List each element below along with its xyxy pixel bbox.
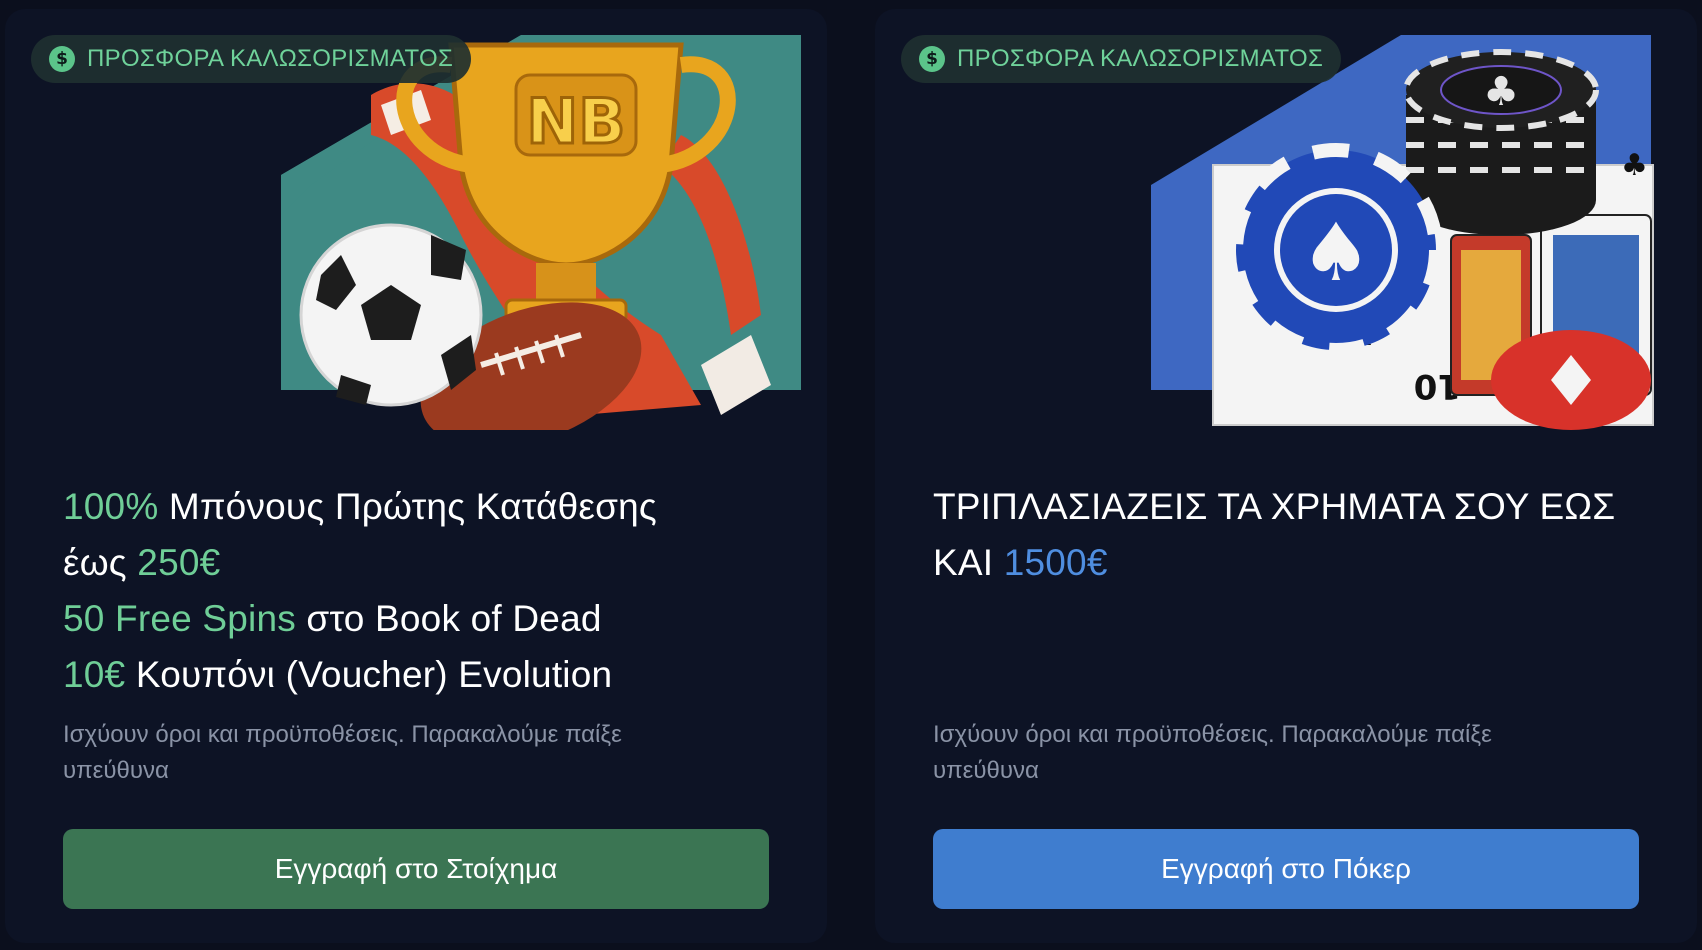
svg-text:♠: ♠ bbox=[1300, 206, 1372, 299]
dollar-icon: $ bbox=[49, 46, 75, 72]
offer-text: Μπόνους Πρώτης Κατάθεσης bbox=[158, 486, 657, 527]
welcome-offer-badge: $ ΠΡΟΣΦΟΡΑ ΚΑΛΩΣΟΡΙΣΜΑΤΟΣ bbox=[31, 35, 472, 83]
badge-label: ΠΡΟΣΦΟΡΑ ΚΑΛΩΣΟΡΙΣΜΑΤΟΣ bbox=[87, 45, 454, 72]
poker-chips-art: 10 ♠ 10 ♠ ♣ ♣ ♠ bbox=[1151, 35, 1671, 430]
offer-line-2: έως 250€ bbox=[63, 535, 803, 591]
welcome-offer-badge: $ ΠΡΟΣΦΟΡΑ ΚΑΛΩΣΟΡΙΣΜΑΤΟΣ bbox=[901, 35, 1342, 83]
offer-text: έως bbox=[63, 542, 138, 583]
svg-text:♣: ♣ bbox=[1621, 148, 1648, 183]
offer-text: ΚΑΙ bbox=[933, 542, 1004, 583]
offer-card-poker: 10 ♠ 10 ♠ ♣ ♣ ♠ $ bbox=[875, 9, 1697, 943]
svg-text:NB: NB bbox=[526, 85, 625, 158]
offer-headline: ΤΡΙΠΛΑΣΙΑΖΕΙΣ ΤΑ ΧΡΗΜΑΤΑ ΣΟΥ ΕΩΣ ΚΑΙ 150… bbox=[933, 479, 1673, 591]
offer-text: Κουπόνι (Voucher) Evolution bbox=[125, 654, 613, 695]
offer-text: ΤΡΙΠΛΑΣΙΑΖΕΙΣ ΤΑ ΧΡΗΜΑΤΑ ΣΟΥ ΕΩΣ bbox=[933, 486, 1616, 527]
offer-text: στο Book of Dead bbox=[295, 598, 602, 639]
svg-text:♣: ♣ bbox=[1483, 69, 1519, 115]
dollar-icon: $ bbox=[919, 46, 945, 72]
sports-trophy-art: NB bbox=[281, 35, 801, 430]
offer-line-3: 50 Free Spins στο Book of Dead bbox=[63, 591, 803, 647]
offer-accent: 250€ bbox=[137, 542, 221, 583]
badge-label: ΠΡΟΣΦΟΡΑ ΚΑΛΩΣΟΡΙΣΜΑΤΟΣ bbox=[957, 45, 1324, 72]
terms-disclaimer: Ισχύουν όροι και προϋποθέσεις. Παρακαλού… bbox=[933, 721, 1492, 784]
offer-accent: 1500€ bbox=[1003, 542, 1108, 583]
register-poker-button[interactable]: Εγγραφή στο Πόκερ bbox=[933, 829, 1639, 909]
offer-line-4: 10€ Κουπόνι (Voucher) Evolution bbox=[63, 647, 803, 703]
offer-line-1: ΤΡΙΠΛΑΣΙΑΖΕΙΣ ΤΑ ΧΡΗΜΑΤΑ ΣΟΥ ΕΩΣ bbox=[933, 479, 1673, 535]
offer-card-sports: NB $ ΠΡΟΣΦΟΡΑ ΚΑΛΩΣΟΡΙΣΜΑΤΟΣ 100% Μπόνου… bbox=[5, 9, 827, 943]
offer-accent: 100% bbox=[63, 486, 159, 527]
offer-line-1: 100% Μπόνους Πρώτης Κατάθεσης bbox=[63, 479, 803, 535]
offer-accent: 10€ bbox=[63, 654, 126, 695]
terms-disclaimer: Ισχύουν όροι και προϋποθέσεις. Παρακαλού… bbox=[63, 721, 622, 784]
offer-line-2: ΚΑΙ 1500€ bbox=[933, 535, 1673, 591]
register-betting-button[interactable]: Εγγραφή στο Στοίχημα bbox=[63, 829, 769, 909]
offer-accent: 50 Free Spins bbox=[63, 598, 296, 639]
offer-headline: 100% Μπόνους Πρώτης Κατάθεσης έως 250€ 5… bbox=[63, 479, 803, 703]
